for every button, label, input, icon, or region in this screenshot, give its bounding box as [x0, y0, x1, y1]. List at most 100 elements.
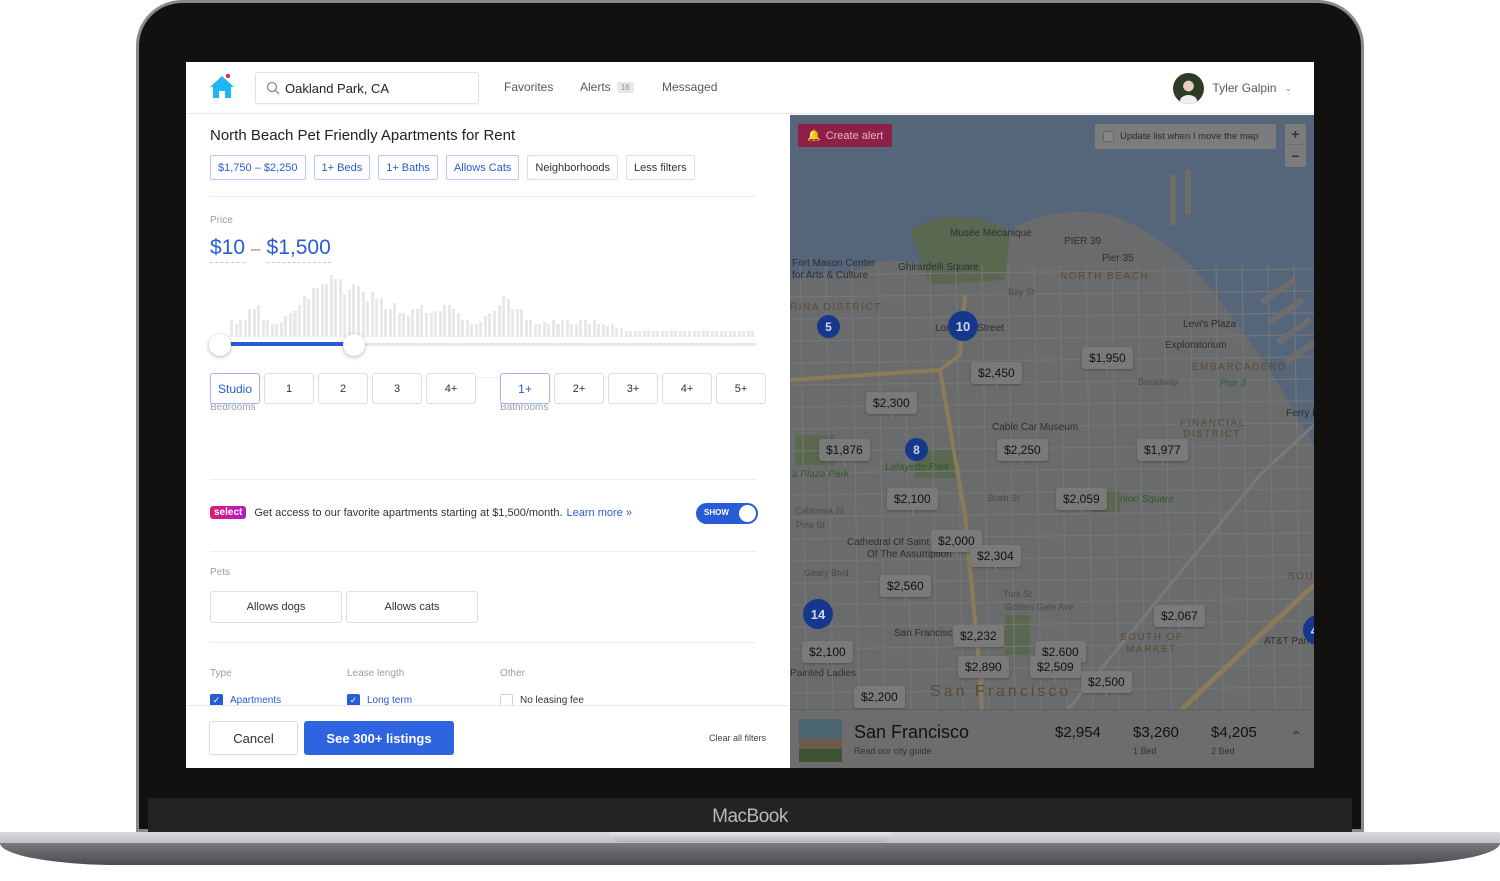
bathrooms-option-1plus[interactable]: 1+ [500, 373, 550, 404]
create-alert-label: Create alert [825, 129, 884, 142]
price-pin[interactable]: $2,300 [866, 392, 917, 419]
bathrooms-option-4plus[interactable]: 4+ [662, 373, 712, 404]
price-pin[interactable]: $1,977 [1137, 439, 1188, 466]
price-separator: – [251, 239, 261, 258]
price-pin[interactable]: $2,200 [854, 686, 905, 713]
histogram-bar [742, 331, 746, 337]
histogram-bar [279, 322, 283, 337]
price-pin[interactable]: $2,509 [1030, 656, 1081, 683]
bathrooms-option-2plus[interactable]: 2+ [554, 373, 604, 404]
price-pin[interactable]: $2,250 [997, 439, 1048, 466]
histogram-bar [610, 324, 614, 337]
chevron-up-icon[interactable]: ⌃ [1290, 728, 1302, 745]
bedrooms-option-2[interactable]: 2 [318, 373, 368, 404]
histogram-bar [588, 324, 592, 337]
price-max[interactable]: $1,500 [266, 236, 331, 263]
nav-messaged[interactable]: Messaged [662, 80, 717, 94]
histogram-bar [257, 305, 261, 337]
city-stat-value: $3,260 [1133, 724, 1179, 741]
map-cluster[interactable]: 5 [817, 315, 840, 338]
histogram-bar [234, 324, 238, 337]
chip-price[interactable]: $1,750 – $2,250 [210, 155, 306, 180]
map-label: Golden Gate Ave [1005, 602, 1074, 612]
histogram-bar [375, 299, 379, 337]
learn-more-link[interactable]: Learn more » [567, 507, 632, 519]
cancel-button[interactable]: Cancel [209, 721, 298, 755]
city-summary-card[interactable]: San Francisco Read our city guide $2,954… [790, 709, 1314, 768]
chip-neighborhoods[interactable]: Neighborhoods [527, 155, 619, 180]
histogram-bar [493, 311, 497, 337]
price-min[interactable]: $10 [210, 236, 246, 263]
map-cluster[interactable]: 14 [803, 599, 833, 629]
price-pin[interactable]: $2,500 [1081, 671, 1132, 698]
chip-baths[interactable]: 1+ Baths [378, 155, 438, 180]
price-pin[interactable]: $2,067 [1154, 605, 1205, 632]
bathrooms-selector: 1+ 2+ 3+ 4+ 5+ [500, 373, 766, 404]
bedrooms-option-4plus[interactable]: 4+ [426, 373, 476, 404]
chip-beds[interactable]: 1+ Beds [313, 155, 371, 180]
divider [210, 551, 756, 552]
nav-alerts-label: Alerts [580, 80, 611, 94]
price-slider-max-handle[interactable] [343, 334, 365, 356]
map-label: Levi's Plaza [1183, 319, 1237, 330]
map-zoom-control: + − [1285, 124, 1306, 167]
histogram-bar [642, 331, 646, 337]
city-guide-link[interactable]: Read our city guide [854, 746, 932, 756]
histogram-bar [687, 331, 691, 337]
histogram-bar [452, 309, 456, 337]
price-pin[interactable]: $2,450 [971, 362, 1022, 389]
bedrooms-option-3[interactable]: 3 [372, 373, 422, 404]
price-slider-min-handle[interactable] [209, 334, 231, 356]
histogram-bar [547, 324, 551, 337]
nav-alerts[interactable]: Alerts 16 [580, 80, 634, 94]
show-select-toggle[interactable]: SHOW [696, 503, 758, 524]
map-label: Exploratorium [1165, 340, 1227, 351]
clear-all-filters-link[interactable]: Clear all filters [709, 733, 766, 743]
histogram-bar [724, 331, 728, 337]
price-pin[interactable]: $2,560 [880, 575, 931, 602]
map-label: for Arts & Culture [792, 270, 869, 281]
bedrooms-option-1[interactable]: 1 [264, 373, 314, 404]
map-label: NORTH BEACH [1060, 271, 1150, 282]
create-alert-button[interactable]: 🔔 Create alert [798, 124, 893, 147]
histogram-bar [570, 324, 574, 337]
laptop-notch [610, 832, 892, 842]
see-listings-button[interactable]: See 300+ listings [304, 721, 454, 755]
pets-option-dogs[interactable]: Allows dogs [210, 591, 342, 623]
search-input[interactable] [285, 73, 470, 103]
map-label: San Francisc [894, 628, 953, 639]
city-stat-value: $4,205 [1211, 724, 1257, 741]
chip-less-filters[interactable]: Less filters [626, 155, 695, 180]
bedrooms-option-studio[interactable]: Studio [210, 373, 260, 404]
pets-option-cats[interactable]: Allows cats [346, 591, 478, 623]
map-label: Ferry B [1286, 408, 1314, 419]
app-screen: Favorites Alerts 16 Messaged Tyler Galpin… [186, 62, 1314, 768]
histogram-bar [370, 292, 374, 337]
user-menu[interactable]: Tyler Galpin ⌄ [1173, 72, 1292, 104]
price-pin[interactable]: $2,100 [887, 488, 938, 515]
map[interactable]: 🔔 Create alert Update list when I move t… [790, 115, 1314, 768]
price-pin[interactable]: $2,304 [970, 545, 1021, 572]
update-list-checkbox[interactable]: Update list when I move the map [1095, 124, 1276, 149]
price-pin[interactable]: $2,890 [958, 656, 1009, 683]
bathrooms-option-3plus[interactable]: 3+ [608, 373, 658, 404]
map-label: Pier 3 [1220, 378, 1247, 389]
bathrooms-option-5plus[interactable]: 5+ [716, 373, 766, 404]
histogram-bar [266, 320, 270, 337]
nav-favorites[interactable]: Favorites [504, 80, 553, 94]
home-logo-icon[interactable] [208, 73, 236, 101]
location-search[interactable] [255, 72, 479, 104]
map-cluster[interactable]: 10 [948, 311, 978, 341]
price-pin[interactable]: $1,950 [1082, 347, 1133, 374]
price-pin[interactable]: $1,876 [819, 439, 870, 466]
price-pin[interactable]: $2,059 [1056, 488, 1107, 515]
price-pin[interactable]: $2,100 [802, 641, 853, 668]
map-cluster[interactable]: 8 [905, 438, 928, 461]
histogram-bar [506, 299, 510, 337]
zoom-in-button[interactable]: + [1285, 124, 1306, 145]
price-pin[interactable]: $2,232 [953, 625, 1004, 652]
map-label: Broadway [1138, 377, 1179, 387]
histogram-bar [288, 313, 292, 337]
chip-allows-cats[interactable]: Allows Cats [445, 155, 520, 180]
zoom-out-button[interactable]: − [1285, 145, 1306, 166]
